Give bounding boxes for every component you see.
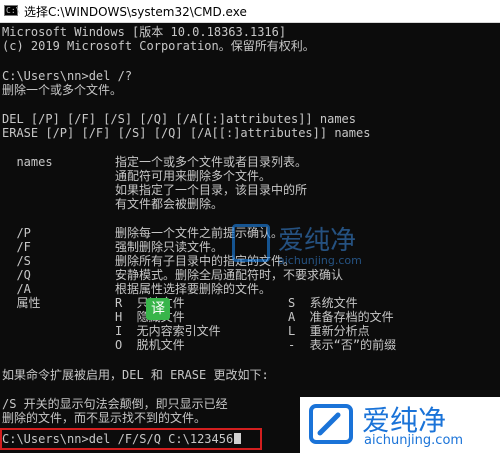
console-line: ERASE [/P] [/F] [/S] [/Q] [/A[[:]attribu… [2, 126, 371, 140]
window-title: 选择C:\WINDOWS\system32\CMD.exe [24, 5, 247, 19]
command-highlight-box [0, 428, 262, 450]
watermark-center: 爱纯净 aichunjing.com [232, 220, 392, 272]
param-name: /F [2, 240, 31, 254]
attributes-label: 属性 [2, 296, 41, 310]
watermark-brand: 爱纯净 [278, 226, 357, 256]
param-name: /Q [2, 268, 31, 282]
attribute-item: O 脱机文件 [115, 338, 185, 352]
param-name: /A [2, 282, 31, 296]
attribute-item: - 表示“否”的前缀 [288, 338, 397, 352]
param-desc: 强制删除只读文件。 [115, 240, 224, 254]
watermark-corner: 爱纯净 aichunjing.com [300, 397, 500, 453]
watermark-corner-logo-icon [309, 404, 353, 444]
console-line: 如果命令扩展被启用，DEL 和 ERASE 更改如下: [2, 368, 269, 382]
attribute-item: S 系统文件 [288, 296, 358, 310]
cmd-icon-text: C:\ [6, 6, 21, 15]
param-name: /S [2, 254, 31, 268]
param-desc: 通配符可用来删除多个文件。 [115, 169, 272, 183]
attribute-item: L 重新分析点 [288, 324, 370, 338]
cmd-app-icon: C:\ [4, 5, 21, 16]
watermark-url: aichunjing.com [278, 254, 362, 267]
console-line: 删除的文件，而不显示找不到的文件。 [2, 411, 207, 425]
console-line: /S 开关的显示句法会颠倒，即只显示已经 [2, 397, 228, 411]
param-desc: 指定一个或多个文件或者目录列表。 [115, 155, 308, 169]
watermark-corner-url: aichunjing.com [364, 433, 464, 448]
console-line: 删除一个或多个文件。 [2, 83, 123, 97]
console-line: (c) 2019 Microsoft Corporation。保留所有权利。 [2, 39, 315, 53]
attribute-item: A 准备存档的文件 [288, 310, 394, 324]
param-desc: 有文件都会被删除。 [115, 197, 224, 211]
console-line: Microsoft Windows [版本 10.0.18363.1316] [2, 25, 287, 39]
cmd-window: C:\ 选择C:\WINDOWS\system32\CMD.exe Micros… [0, 0, 500, 453]
param-desc: 如果指定了一个目录，该目录中的所 [115, 183, 308, 197]
param-name: /P [2, 226, 31, 240]
translate-button[interactable]: 译 [146, 298, 170, 320]
attribute-item: I 无内容索引文件 [115, 324, 221, 338]
param-name: names [2, 155, 53, 169]
param-desc: 根据属性选择要删除的文件。 [115, 282, 272, 296]
title-bar[interactable]: C:\ 选择C:\WINDOWS\system32\CMD.exe [0, 0, 500, 23]
console-line: C:\Users\nn>del /? [2, 69, 133, 83]
console-line: DEL [/P] [/F] [/S] [/Q] [/A[[:]attribute… [2, 112, 357, 126]
watermark-logo-icon [232, 224, 270, 262]
